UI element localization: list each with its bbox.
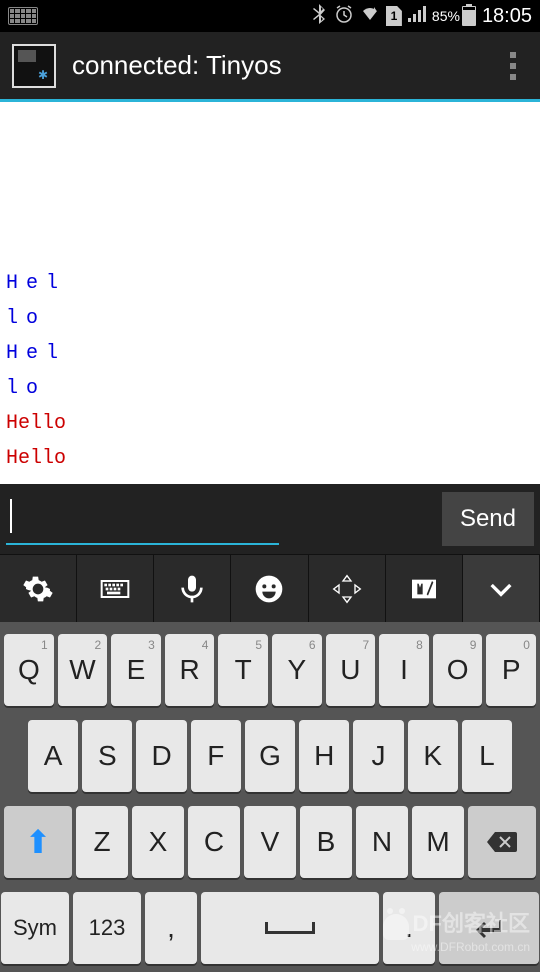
status-bar: 1 85% 18:05: [0, 0, 540, 32]
key-m[interactable]: M: [412, 806, 464, 878]
key-d[interactable]: D: [136, 720, 186, 792]
key-n[interactable]: N: [356, 806, 408, 878]
key-s[interactable]: S: [82, 720, 132, 792]
comma-key[interactable]: ,: [145, 892, 197, 964]
key-x[interactable]: X: [132, 806, 184, 878]
collapse-keyboard-icon[interactable]: [463, 555, 540, 622]
keyboard-active-icon: [8, 7, 38, 25]
terminal-line: lo: [6, 371, 534, 406]
terminal-line: Hel: [6, 266, 534, 301]
space-key[interactable]: [201, 892, 379, 964]
send-button[interactable]: Send: [442, 492, 534, 546]
key-v[interactable]: V: [244, 806, 296, 878]
key-j[interactable]: J: [353, 720, 403, 792]
status-clock: 18:05: [482, 5, 532, 28]
bluetooth-icon: [312, 4, 328, 29]
battery-percent: 85%: [432, 8, 460, 24]
terminal-line: Hello: [6, 441, 534, 476]
key-k[interactable]: K: [408, 720, 458, 792]
input-bar: Send: [0, 484, 540, 554]
key-h[interactable]: H: [299, 720, 349, 792]
app-icon: ✱: [12, 44, 56, 88]
key-b[interactable]: B: [300, 806, 352, 878]
voice-input-icon[interactable]: [154, 555, 231, 622]
sim-icon: 1: [386, 6, 402, 26]
action-bar: ✱ connected: Tinyos: [0, 32, 540, 102]
text-edit-icon[interactable]: [386, 555, 463, 622]
key-t[interactable]: 5T: [218, 634, 268, 706]
alarm-icon: [334, 4, 354, 29]
key-o[interactable]: 9O: [433, 634, 483, 706]
keyboard-layout-icon[interactable]: [77, 555, 154, 622]
cursor-control-icon[interactable]: [309, 555, 386, 622]
key-z[interactable]: Z: [76, 806, 128, 878]
key-w[interactable]: 2W: [58, 634, 108, 706]
numeric-key[interactable]: 123: [73, 892, 141, 964]
key-q[interactable]: 1Q: [4, 634, 54, 706]
message-input[interactable]: [6, 493, 279, 545]
key-i[interactable]: 8I: [379, 634, 429, 706]
period-key[interactable]: .: [383, 892, 435, 964]
key-y[interactable]: 6Y: [272, 634, 322, 706]
soft-keyboard: 1Q2W3E4R5T6Y7U8I9O0P ASDFGHJKL ⬆ ZXCVBNM…: [0, 622, 540, 972]
emoji-icon[interactable]: [231, 555, 308, 622]
keyboard-toolbar: [0, 554, 540, 622]
key-a[interactable]: A: [28, 720, 78, 792]
app-title: connected: Tinyos: [72, 50, 498, 81]
battery-icon: [462, 6, 476, 26]
key-e[interactable]: 3E: [111, 634, 161, 706]
enter-key[interactable]: [439, 892, 539, 964]
settings-icon[interactable]: [0, 555, 77, 622]
signal-icon: [408, 6, 426, 27]
text-cursor: [10, 499, 12, 533]
key-g[interactable]: G: [245, 720, 295, 792]
backspace-key[interactable]: [468, 806, 536, 878]
key-p[interactable]: 0P: [486, 634, 536, 706]
sym-key[interactable]: Sym: [1, 892, 69, 964]
terminal-line: Hel: [6, 336, 534, 371]
key-u[interactable]: 7U: [326, 634, 376, 706]
overflow-menu-button[interactable]: [498, 52, 528, 80]
key-l[interactable]: L: [462, 720, 512, 792]
key-r[interactable]: 4R: [165, 634, 215, 706]
terminal-output[interactable]: HelloHelloHelloHello: [0, 102, 540, 484]
shift-key[interactable]: ⬆: [4, 806, 72, 878]
key-c[interactable]: C: [188, 806, 240, 878]
terminal-line: Hello: [6, 406, 534, 441]
terminal-line: lo: [6, 301, 534, 336]
wifi-icon: [360, 6, 380, 27]
key-f[interactable]: F: [191, 720, 241, 792]
